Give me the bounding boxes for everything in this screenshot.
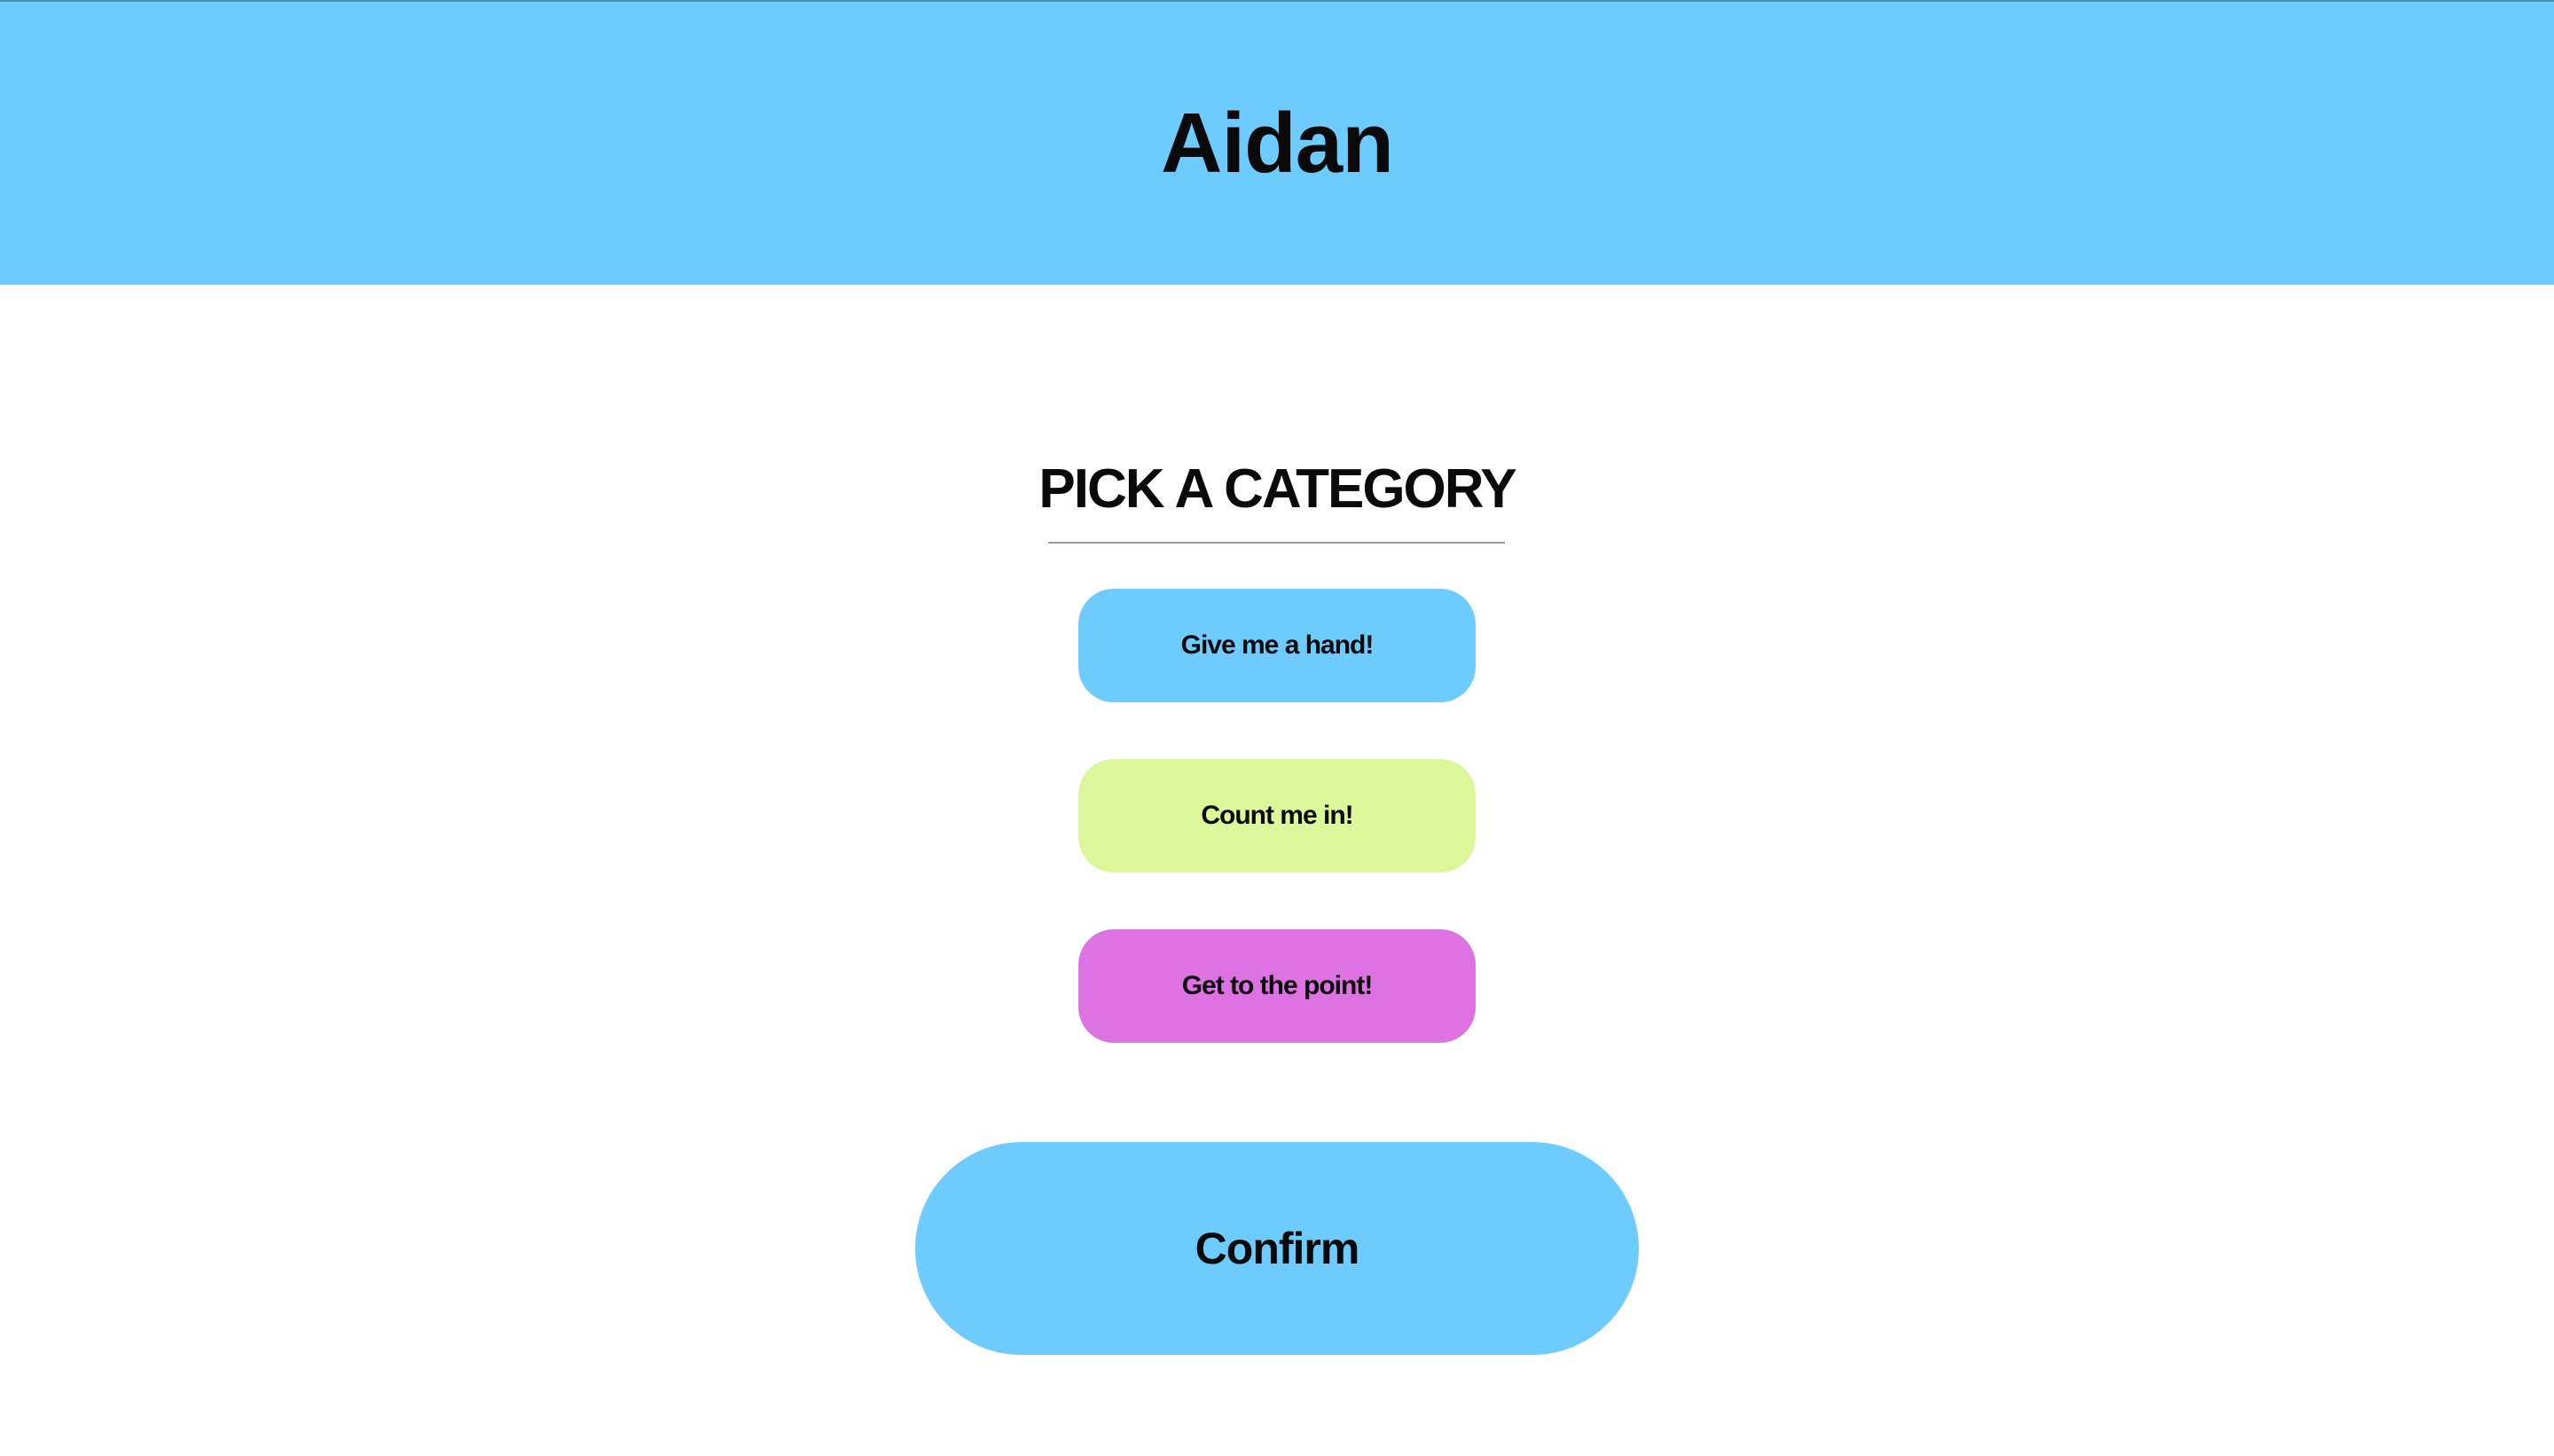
header-bar: Aidan bbox=[0, 0, 2554, 285]
category-button-get-to-the-point[interactable]: Get to the point! bbox=[1078, 929, 1476, 1043]
page: Aidan PICK A CATEGORY Give me a hand! Co… bbox=[0, 0, 2554, 1456]
category-button-give-me-a-hand[interactable]: Give me a hand! bbox=[1078, 589, 1476, 702]
header-title: Aidan bbox=[1161, 96, 1394, 191]
confirm-button[interactable]: Confirm bbox=[915, 1142, 1639, 1355]
heading-divider bbox=[1048, 542, 1505, 544]
category-button-count-me-in[interactable]: Count me in! bbox=[1078, 759, 1476, 873]
category-heading: PICK A CATEGORY bbox=[1038, 458, 1516, 520]
